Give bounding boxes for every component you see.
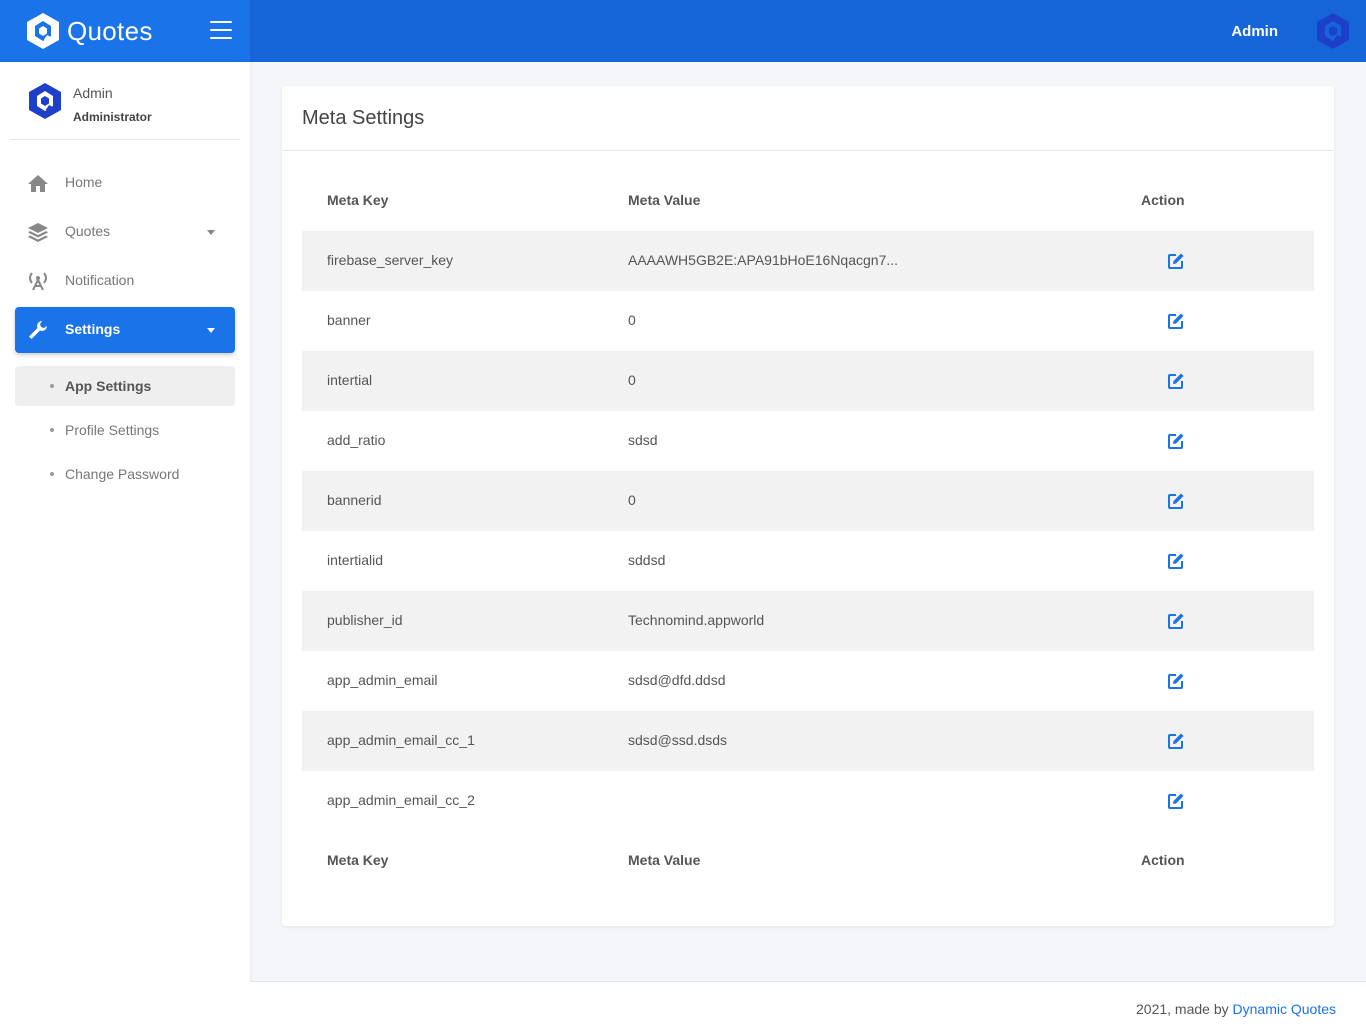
table-row: bannerid 0 [302, 471, 1314, 531]
edit-icon[interactable] [1167, 552, 1185, 570]
meta-value-cell: sddsd [628, 552, 666, 568]
sidebar-item-notification[interactable]: Notification [15, 258, 235, 304]
table-footer: Meta Key Meta Value Action [302, 831, 1314, 891]
meta-value-cell: sdsd@dfd.ddsd [628, 672, 726, 688]
card-header: Meta Settings [282, 86, 1334, 151]
sidebar-item-quotes[interactable]: Quotes [15, 209, 235, 255]
column-header-action: Action [1141, 192, 1185, 208]
table-row: app_admin_email_cc_2 [302, 771, 1314, 831]
footer-link[interactable]: Dynamic Quotes [1233, 1001, 1336, 1017]
home-icon [28, 175, 48, 192]
sidebar-item-home[interactable]: Home [15, 160, 235, 206]
edit-icon[interactable] [1167, 432, 1185, 450]
sidebar-item-label: Settings [65, 321, 121, 337]
meta-key-cell: app_admin_email_cc_2 [327, 792, 475, 808]
meta-key-cell: app_admin_email [327, 672, 438, 688]
bullet-icon [50, 428, 54, 432]
menu-toggle-icon[interactable] [210, 21, 232, 39]
footer-caption: 2021, made by [1136, 1001, 1229, 1017]
meta-value-cell: 0 [628, 372, 636, 388]
bullet-icon [50, 472, 54, 476]
chevron-down-icon [207, 328, 215, 333]
table-row: intertial 0 [302, 351, 1314, 411]
sidebar-item-label: Home [65, 174, 103, 190]
table-row: publisher_id Technomind.appworld [302, 591, 1314, 651]
meta-key-cell: bannerid [327, 492, 382, 508]
user-panel: Admin Administrator [10, 62, 240, 140]
meta-key-cell: banner [327, 312, 371, 328]
top-navbar: Quotes Admin [0, 0, 1366, 62]
user-role: Administrator [73, 110, 152, 124]
table-row: intertialid sddsd [302, 531, 1314, 591]
meta-key-cell: intertialid [327, 552, 384, 568]
meta-value-cell: Technomind.appworld [628, 612, 765, 628]
table-row: firebase_server_key AAAAWH5GB2E:APA91bHoE… [302, 231, 1314, 291]
table-row: add_ratio sdsd [302, 411, 1314, 471]
sidebar-subitem-app-settings[interactable]: App Settings [15, 366, 235, 406]
sidebar-subitem-change-password[interactable]: Change Password [15, 454, 235, 494]
meta-settings-card: Meta Settings Meta Key Meta Value Action… [282, 86, 1334, 926]
sidebar-subitem-label: App Settings [65, 378, 152, 394]
column-footer-action: Action [1141, 852, 1185, 868]
layers-icon [28, 223, 48, 242]
broadcast-icon [29, 272, 47, 291]
table-row: banner 0 [302, 291, 1314, 351]
meta-key-cell: intertial [327, 372, 373, 388]
edit-icon[interactable] [1167, 312, 1185, 330]
user-name[interactable]: Admin [73, 85, 113, 101]
meta-key-cell: add_ratio [327, 432, 386, 448]
sidebar-item-settings[interactable]: Settings [15, 307, 235, 353]
column-footer-meta-key[interactable]: Meta Key [327, 852, 388, 868]
edit-icon[interactable] [1167, 252, 1185, 270]
meta-value-cell: AAAAWH5GB2E:APA91bHoE16Nqacgn7... [628, 252, 899, 268]
meta-value-cell: 0 [628, 312, 636, 328]
edit-icon[interactable] [1167, 372, 1185, 390]
sidebar: Admin Administrator Home Quotes Notifica… [0, 62, 250, 1033]
meta-value-cell: sdsd@ssd.dsds [628, 732, 728, 748]
bullet-icon [50, 384, 54, 388]
edit-icon[interactable] [1167, 792, 1185, 810]
edit-icon[interactable] [1167, 492, 1185, 510]
chevron-down-icon [207, 230, 215, 235]
meta-value-cell: sdsd [628, 432, 658, 448]
app-name: Quotes [67, 16, 153, 46]
footer-text: 2021, made by Dynamic Quotes [1136, 1001, 1336, 1017]
edit-icon[interactable] [1167, 612, 1185, 630]
meta-key-cell: publisher_id [327, 612, 403, 628]
meta-value-cell: 0 [628, 492, 636, 508]
column-header-meta-key[interactable]: Meta Key [327, 192, 388, 208]
sidebar-item-label: Notification [65, 272, 135, 288]
table-header: Meta Key Meta Value Action [302, 171, 1314, 231]
column-footer-meta-value[interactable]: Meta Value [628, 852, 700, 868]
sidebar-item-label: Quotes [65, 223, 111, 239]
page-title: Meta Settings [302, 107, 425, 129]
edit-icon[interactable] [1167, 732, 1185, 750]
page-footer: 2021, made by Dynamic Quotes [250, 981, 1366, 1033]
user-avatar-icon[interactable] [1314, 11, 1352, 51]
table-row: app_admin_email_cc_1 sdsd@ssd.dsds [302, 711, 1314, 771]
user-avatar-icon [29, 83, 61, 119]
top-user-name[interactable]: Admin [1231, 23, 1278, 40]
sidebar-subitem-label: Change Password [65, 466, 180, 482]
meta-key-cell: firebase_server_key [327, 252, 454, 268]
wrench-icon [29, 321, 47, 339]
sidebar-subitem-label: Profile Settings [65, 422, 160, 438]
meta-key-cell: app_admin_email_cc_1 [327, 732, 475, 748]
column-header-meta-value[interactable]: Meta Value [628, 192, 700, 208]
app-logo-icon [27, 13, 59, 49]
edit-icon[interactable] [1167, 672, 1185, 690]
table-row: app_admin_email sdsd@dfd.ddsd [302, 651, 1314, 711]
sidebar-subitem-profile-settings[interactable]: Profile Settings [15, 410, 235, 450]
